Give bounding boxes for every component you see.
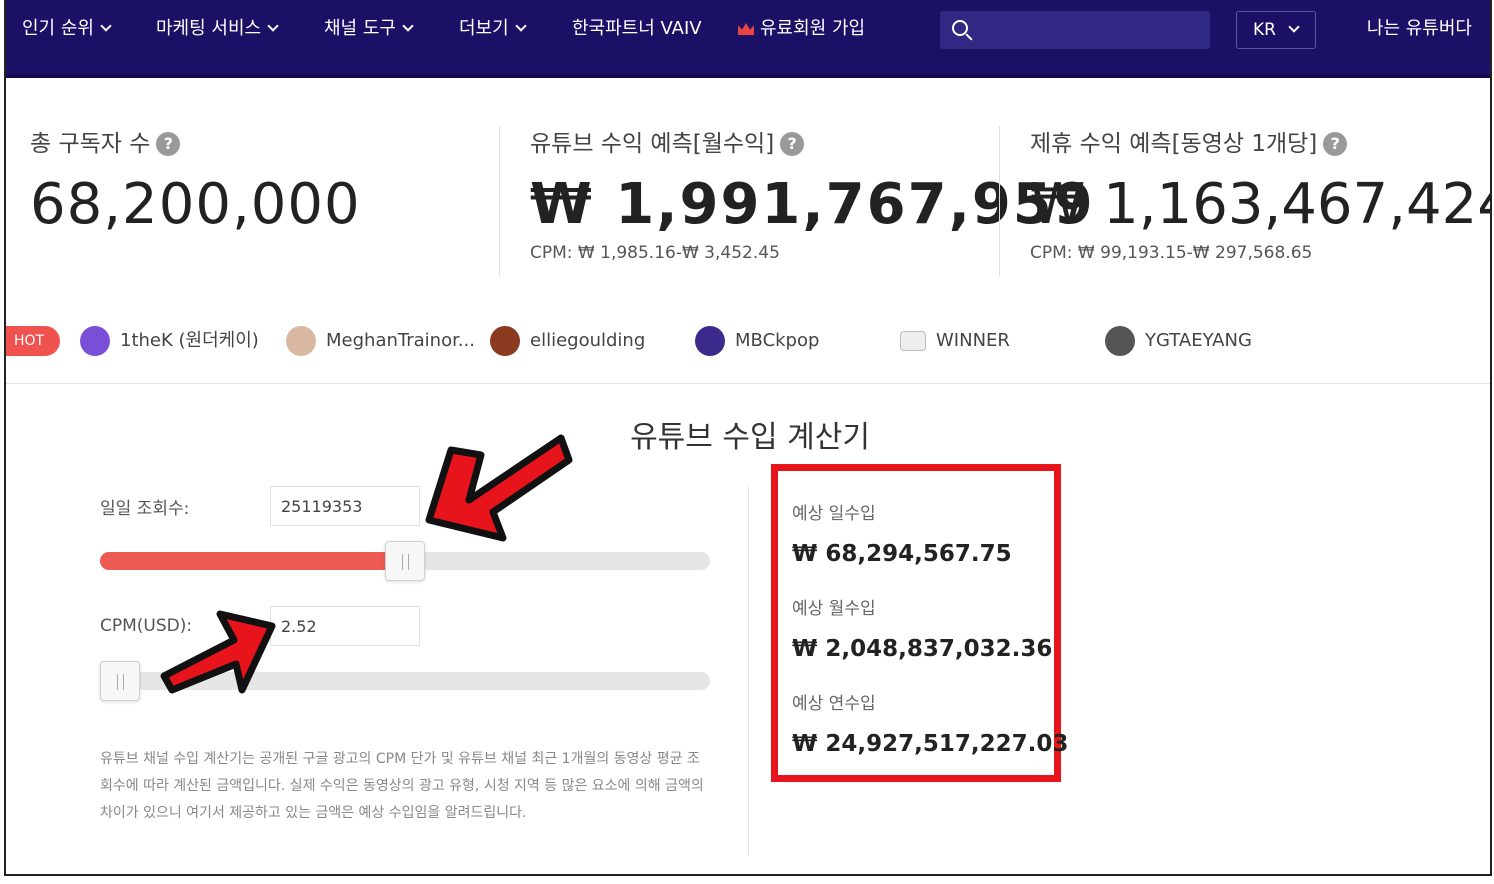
channel-name: elliegoulding bbox=[530, 330, 646, 351]
stats-section: 총 구독자 수? 68,200,000 유튜브 수익 예측[월수익]? ₩ 1,… bbox=[6, 84, 1492, 304]
stat-label-text: 유튜브 수익 예측[월수익] bbox=[530, 131, 775, 157]
cpm-slider-handle[interactable] bbox=[100, 661, 140, 701]
chevron-down-icon bbox=[515, 20, 527, 32]
hot-channels-row: HOT 1theK (원더케이) MeghanTrainor... ellieg… bbox=[6, 318, 1490, 384]
hot-channel-item[interactable]: MeghanTrainor... bbox=[286, 324, 475, 358]
nav-label: 채널 도구 bbox=[324, 18, 396, 39]
nav-more[interactable]: 더보기 bbox=[459, 14, 527, 44]
hot-channel-item[interactable]: 1theK (원더케이) bbox=[80, 324, 259, 358]
calculator-title: 유튜브 수입 계산기 bbox=[630, 420, 870, 455]
chevron-down-icon bbox=[100, 20, 112, 32]
channel-avatar bbox=[490, 326, 520, 356]
stat-label: 제휴 수익 예측[동영상 1개당]? bbox=[1030, 124, 1490, 158]
annotation-arrow-icon bbox=[160, 610, 276, 694]
chevron-down-icon bbox=[1288, 21, 1300, 33]
language-label: KR bbox=[1253, 20, 1276, 40]
results-box: 예상 일수입 ₩ 68,294,567.75 예상 월수입 ₩ 2,048,83… bbox=[771, 464, 1068, 782]
channel-avatar bbox=[695, 326, 725, 356]
hot-channel-item[interactable]: YGTAEYANG bbox=[1105, 324, 1252, 358]
divider bbox=[999, 126, 1000, 276]
calculator-note: 유튜브 채널 수입 계산기는 공개된 구글 광고의 CPM 단가 및 유튜브 채… bbox=[100, 751, 704, 821]
language-select[interactable]: KR bbox=[1236, 11, 1316, 49]
channel-name: MBCkpop bbox=[735, 330, 820, 351]
nav-label: 한국파트너 VAIV bbox=[572, 18, 702, 39]
help-icon[interactable]: ? bbox=[156, 132, 181, 156]
search-icon[interactable] bbox=[952, 20, 968, 36]
page-frame: 인기 순위 마케팅 서비스 채널 도구 더보기 한국파트너 VAIV 유료회원 … bbox=[4, 0, 1492, 876]
i-am-youtuber-link[interactable]: 나는 유튜버다 bbox=[1367, 14, 1472, 44]
divider bbox=[748, 486, 749, 856]
partner-revenue-value: ₩ 1,163,467,424 bbox=[1030, 172, 1492, 237]
divider bbox=[499, 126, 500, 276]
channel-avatar bbox=[286, 326, 316, 356]
chevron-down-icon bbox=[402, 20, 414, 32]
channel-name: YGTAEYANG bbox=[1145, 330, 1252, 351]
nav-label: 유료회원 가입 bbox=[760, 18, 866, 39]
daily-income-value: ₩ 68,294,567.75 bbox=[792, 541, 1012, 567]
subscriber-count: 68,200,000 bbox=[30, 172, 361, 237]
yearly-income-label: 예상 연수입 bbox=[792, 694, 876, 714]
nav-label: 더보기 bbox=[459, 18, 509, 39]
nav-popular-ranking[interactable]: 인기 순위 bbox=[22, 14, 112, 44]
monthly-income-value: ₩ 2,048,837,032.36 bbox=[792, 636, 1053, 662]
stat-label: 총 구독자 수? bbox=[30, 124, 361, 158]
monthly-income-label: 예상 월수입 bbox=[792, 599, 876, 619]
hot-channel-item[interactable]: elliegoulding bbox=[490, 324, 645, 358]
channel-avatar bbox=[900, 331, 926, 351]
nav-channel-tools[interactable]: 채널 도구 bbox=[324, 14, 414, 44]
daily-views-input[interactable] bbox=[270, 486, 420, 526]
youtube-cpm-range: CPM: ₩ 1,985.16-₩ 3,452.45 bbox=[530, 243, 780, 263]
daily-income-label: 예상 일수입 bbox=[792, 504, 876, 524]
help-icon[interactable]: ? bbox=[1323, 132, 1348, 156]
top-navbar: 인기 순위 마케팅 서비스 채널 도구 더보기 한국파트너 VAIV 유료회원 … bbox=[6, 0, 1490, 78]
stat-subscribers: 총 구독자 수? 68,200,000 bbox=[30, 124, 361, 237]
annotation-arrow-icon bbox=[425, 434, 573, 542]
stat-label-text: 총 구독자 수 bbox=[30, 131, 151, 157]
nav-korea-partner[interactable]: 한국파트너 VAIV bbox=[572, 14, 702, 44]
partner-cpm-range: CPM: ₩ 99,193.15-₩ 297,568.65 bbox=[1030, 243, 1313, 263]
nav-paid-membership[interactable]: 유료회원 가입 bbox=[738, 14, 865, 44]
hot-channel-item[interactable]: WINNER bbox=[900, 324, 1010, 358]
stat-partner-revenue: 제휴 수익 예측[동영상 1개당]? ₩ 1,163,467,424 CPM: … bbox=[1030, 124, 1492, 263]
daily-views-label: 일일 조회수: bbox=[100, 499, 190, 519]
nav-label: 마케팅 서비스 bbox=[156, 18, 262, 39]
youtube-revenue-value: ₩ 1,991,767,959 bbox=[530, 172, 1095, 237]
daily-views-slider-fill bbox=[100, 552, 405, 570]
nav-marketing-services[interactable]: 마케팅 서비스 bbox=[156, 14, 279, 44]
crown-icon bbox=[738, 23, 754, 35]
stat-label: 유튜브 수익 예측[월수익]? bbox=[530, 124, 1095, 158]
stat-label-text: 제휴 수익 예측[동영상 1개당] bbox=[1030, 131, 1318, 157]
search-box bbox=[940, 11, 1210, 49]
yearly-income-value: ₩ 24,927,517,227.03 bbox=[792, 731, 1069, 757]
chevron-down-icon bbox=[267, 20, 279, 32]
channel-name: WINNER bbox=[936, 330, 1010, 351]
channel-avatar bbox=[80, 326, 110, 356]
channel-avatar bbox=[1105, 326, 1135, 356]
hot-badge: HOT bbox=[6, 326, 60, 356]
channel-name: MeghanTrainor... bbox=[326, 330, 475, 351]
search-input[interactable] bbox=[980, 11, 1205, 49]
channel-name: 1theK (원더케이) bbox=[120, 330, 259, 351]
stat-youtube-revenue: 유튜브 수익 예측[월수익]? ₩ 1,991,767,959 CPM: ₩ 1… bbox=[530, 124, 1095, 263]
nav-label: 인기 순위 bbox=[22, 18, 94, 39]
help-icon[interactable]: ? bbox=[780, 132, 805, 156]
hot-channel-item[interactable]: MBCkpop bbox=[695, 324, 819, 358]
cpm-input[interactable] bbox=[270, 606, 420, 646]
